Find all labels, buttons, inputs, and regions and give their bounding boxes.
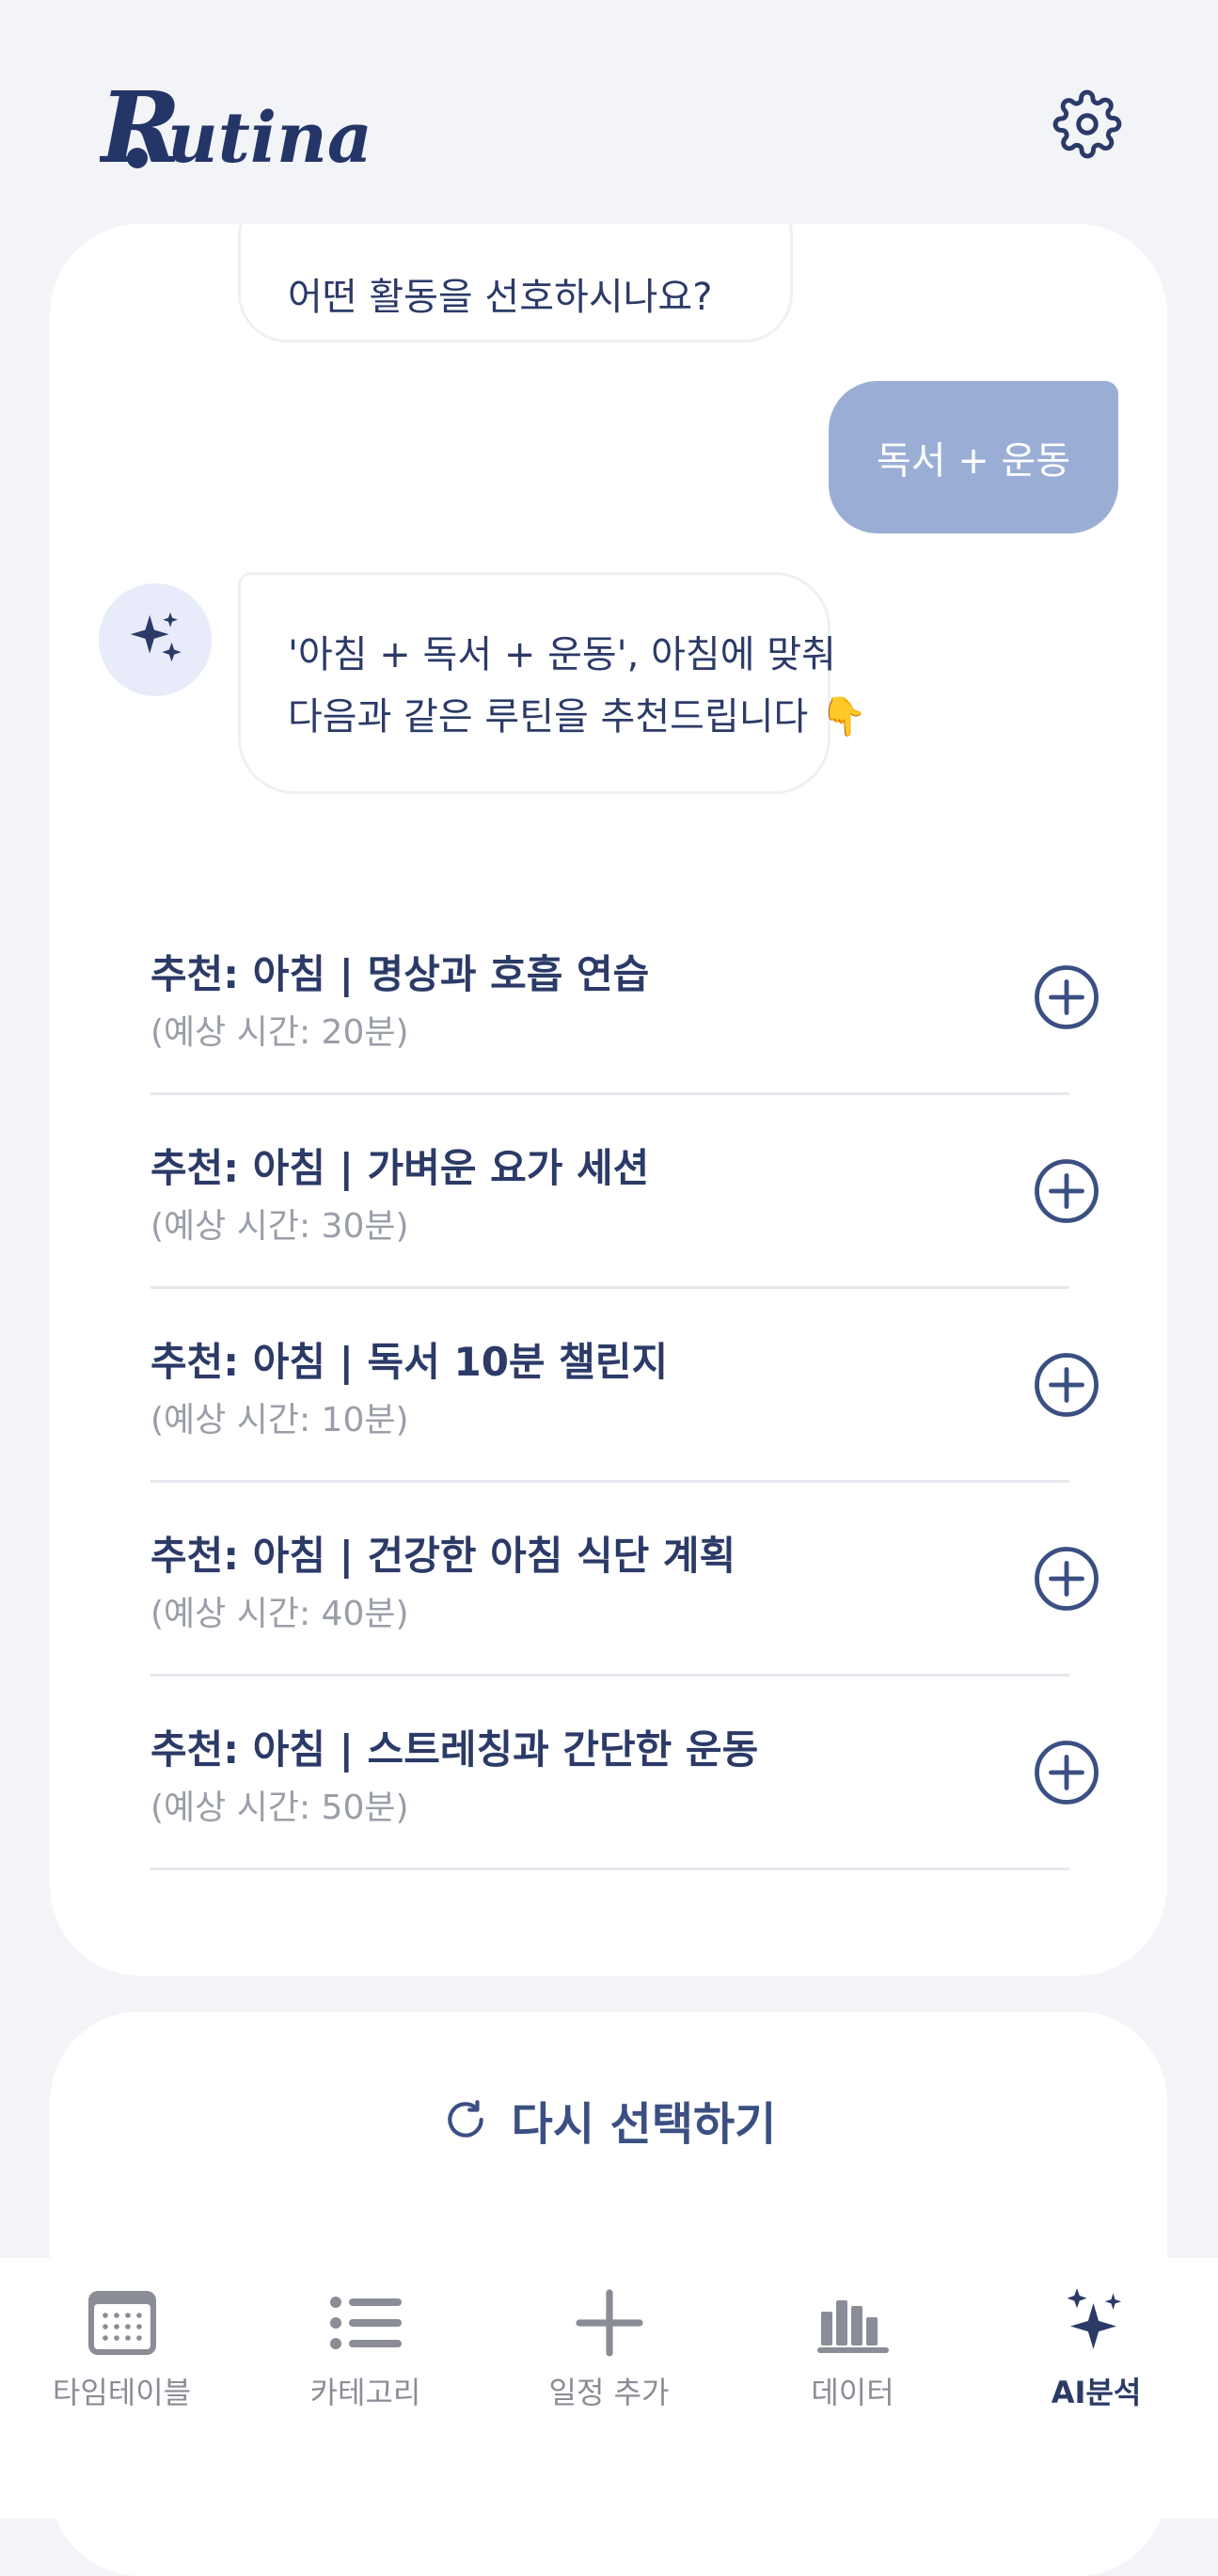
- tab-ai-analysis[interactable]: AI분석: [974, 2258, 1218, 2446]
- user-reply-bubble: 독서 + 운동: [829, 381, 1118, 533]
- recommendation-title: 추천: 아침 | 가벼운 요가 세션: [150, 1145, 650, 1191]
- recommendation-time: (예상 시간: 10분): [150, 1401, 409, 1439]
- recommendation-time: (예상 시간: 50분): [150, 1789, 409, 1827]
- recommendation-title: 추천: 아침 | 건강한 아침 식단 계획: [150, 1533, 736, 1579]
- bar-chart-icon: [816, 2300, 889, 2353]
- svg-text:utina: utina: [167, 98, 372, 179]
- add-circle-icon[interactable]: [1033, 1739, 1100, 1806]
- tab-category[interactable]: 카테고리: [244, 2258, 487, 2446]
- chat-card: 어떤 활동을 선호하시나요? 독서 + 운동 '아침 + 독서 + 운동', 아…: [50, 224, 1167, 1976]
- retry-button[interactable]: 다시 선택하기: [0, 2082, 1218, 2157]
- retry-label: 다시 선택하기: [511, 2098, 777, 2151]
- recommendation-title: 추천: 아침 | 스트레칭과 간단한 운동: [150, 1726, 759, 1773]
- ai-message-bubble: '아침 + 독서 + 운동', 아침에 맞춰 다음과 같은 루틴을 추천드립니다…: [238, 572, 867, 794]
- sparkles-icon: [130, 612, 182, 662]
- sparkles-icon: [1067, 2288, 1121, 2349]
- ai-message-line: '아침 + 독서 + 운동', 아침에 맞춰: [288, 633, 836, 676]
- tab-add-schedule[interactable]: 일정 추가: [487, 2258, 731, 2446]
- bottom-tab-bar: 타임테이블 카테고리 일정 추가 데이터 AI분석: [0, 2258, 1218, 2519]
- tab-timetable[interactable]: 타임테이블: [0, 2258, 244, 2446]
- tab-label: 데이터: [811, 2375, 894, 2410]
- add-circle-icon[interactable]: [1033, 1157, 1100, 1225]
- refresh-icon: [447, 2100, 483, 2138]
- list-item: 추천: 아침 | 독서 10분 챌린지 (예상 시간: 10분): [150, 1289, 1099, 1483]
- tab-label: 타임테이블: [52, 2375, 192, 2410]
- calendar-icon: [87, 2291, 156, 2355]
- ai-avatar: [99, 583, 212, 696]
- add-circle-icon[interactable]: [1033, 1545, 1100, 1613]
- ai-question-bubble: 어떤 활동을 선호하시나요?: [238, 224, 793, 342]
- list-item: 추천: 아침 | 가벼운 요가 세션 (예상 시간: 30분): [150, 1095, 1099, 1289]
- tab-label: 일정 추가: [548, 2375, 670, 2410]
- recommendation-time: (예상 시간: 40분): [150, 1595, 409, 1633]
- add-circle-icon[interactable]: [1033, 963, 1100, 1031]
- tab-label: AI분석: [1051, 2375, 1142, 2410]
- add-circle-icon[interactable]: [1033, 1351, 1100, 1419]
- rutina-logo: R utina: [100, 70, 372, 181]
- list-icon: [329, 2297, 402, 2349]
- recommendation-title: 추천: 아침 | 독서 10분 챌린지: [150, 1339, 669, 1385]
- recommendation-time: (예상 시간: 30분): [150, 1207, 409, 1246]
- tab-data[interactable]: 데이터: [731, 2258, 974, 2446]
- tab-label: 카테고리: [309, 2375, 421, 2410]
- recommendation-title: 추천: 아침 | 명상과 호흡 연습: [150, 951, 650, 997]
- plus-icon: [575, 2289, 643, 2357]
- gear-icon[interactable]: [1052, 89, 1122, 159]
- recommendation-time: (예상 시간: 20분): [150, 1013, 409, 1052]
- list-item: 추천: 아침 | 명상과 호흡 연습 (예상 시간: 20분): [150, 901, 1099, 1095]
- list-item: 추천: 아침 | 스트레칭과 간단한 운동 (예상 시간: 50분): [150, 1677, 1099, 1870]
- list-item: 추천: 아침 | 건강한 아침 식단 계획 (예상 시간: 40분): [150, 1483, 1099, 1677]
- recommendation-list: 추천: 아침 | 명상과 호흡 연습 (예상 시간: 20분) 추천: 아침 |…: [150, 901, 1099, 1870]
- ai-message-line: 다음과 같은 루틴을 추천드립니다 👇: [288, 695, 867, 739]
- ai-question-text: 어떤 활동을 선호하시나요?: [288, 276, 713, 319]
